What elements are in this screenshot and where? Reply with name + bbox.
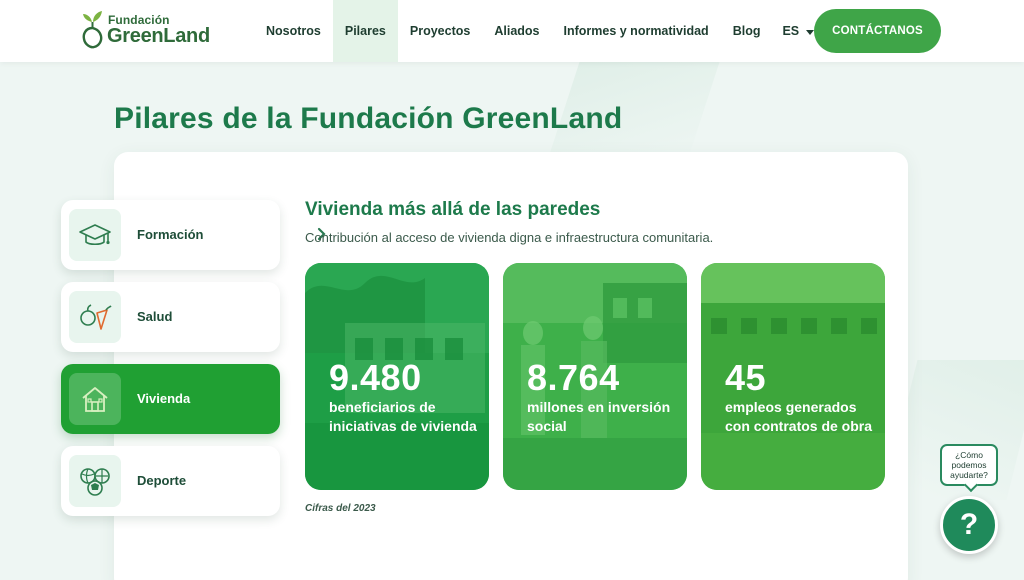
stats-footnote: Cifras del 2023 — [305, 503, 376, 514]
pillar-label: Deporte — [137, 473, 187, 488]
pillar-content-subtitle: Contribución al acceso de vivienda digna… — [305, 230, 714, 245]
main-nav: Nosotros Pilares Proyectos Aliados Infor… — [254, 0, 824, 62]
stat-number: 8.764 — [527, 357, 620, 398]
language-label: ES — [782, 24, 800, 38]
pillar-label: Salud — [137, 309, 173, 324]
stat-card-investment: 8.764 millones en inversión social — [503, 263, 687, 490]
logo[interactable]: Fundación GreenLand — [80, 8, 210, 52]
pillar-icon-box — [69, 209, 121, 261]
pillar-label: Vivienda — [137, 391, 191, 406]
site-header: Fundación GreenLand Nosotros Pilares Pro… — [0, 0, 1024, 62]
sports-balls-icon — [80, 468, 110, 496]
pillar-label: Formación — [137, 227, 204, 242]
pillar-icon-box — [69, 455, 121, 507]
pillar-tab-deporte[interactable]: Deporte — [61, 446, 326, 516]
stat-number: 45 — [725, 357, 767, 398]
graduation-cap-icon — [79, 224, 111, 246]
chevron-down-icon — [806, 29, 815, 35]
sprout-logo-icon — [82, 11, 103, 49]
pillar-tab-vivienda[interactable]: Vivienda — [61, 364, 326, 434]
pillar-icon-box — [69, 373, 121, 425]
help-tooltip: ¿Cómo podemos ayudarte? — [940, 444, 998, 486]
page-title: Pilares de la Fundación GreenLand — [114, 102, 623, 135]
nav-item-aliados[interactable]: Aliados — [482, 0, 551, 62]
house-icon — [82, 387, 108, 412]
help-button[interactable]: ? — [940, 496, 998, 554]
stat-card-beneficiaries: 9.480 beneficiarios de iniciativas de vi… — [305, 263, 489, 490]
nav-item-proyectos[interactable]: Proyectos — [398, 0, 482, 62]
stat-description: empleos generados con contratos de obra — [725, 399, 873, 434]
pillar-content-title: Vivienda más allá de las paredes — [305, 199, 601, 220]
stat-number: 9.480 — [329, 357, 422, 398]
nav-item-pilares[interactable]: Pilares — [332, 0, 398, 62]
pillar-tab-formacion[interactable]: Formación — [61, 200, 326, 270]
pillar-tab-salud[interactable]: Salud — [61, 282, 326, 352]
nav-item-blog[interactable]: Blog — [721, 0, 773, 62]
stat-description: millones en inversión social — [527, 399, 671, 434]
contact-button[interactable]: CONTÁCTANOS — [814, 9, 941, 53]
stat-card-jobs: 45 empleos generados con contratos de ob… — [701, 263, 885, 490]
fruit-vegetable-icon — [80, 304, 112, 330]
nav-item-informes[interactable]: Informes y normatividad — [552, 0, 721, 62]
pillar-icon-box — [69, 291, 121, 343]
stat-description: beneficiarios de iniciativas de vivienda — [329, 399, 477, 434]
logo-text-greenland: GreenLand — [107, 25, 210, 47]
nav-item-nosotros[interactable]: Nosotros — [254, 0, 333, 62]
